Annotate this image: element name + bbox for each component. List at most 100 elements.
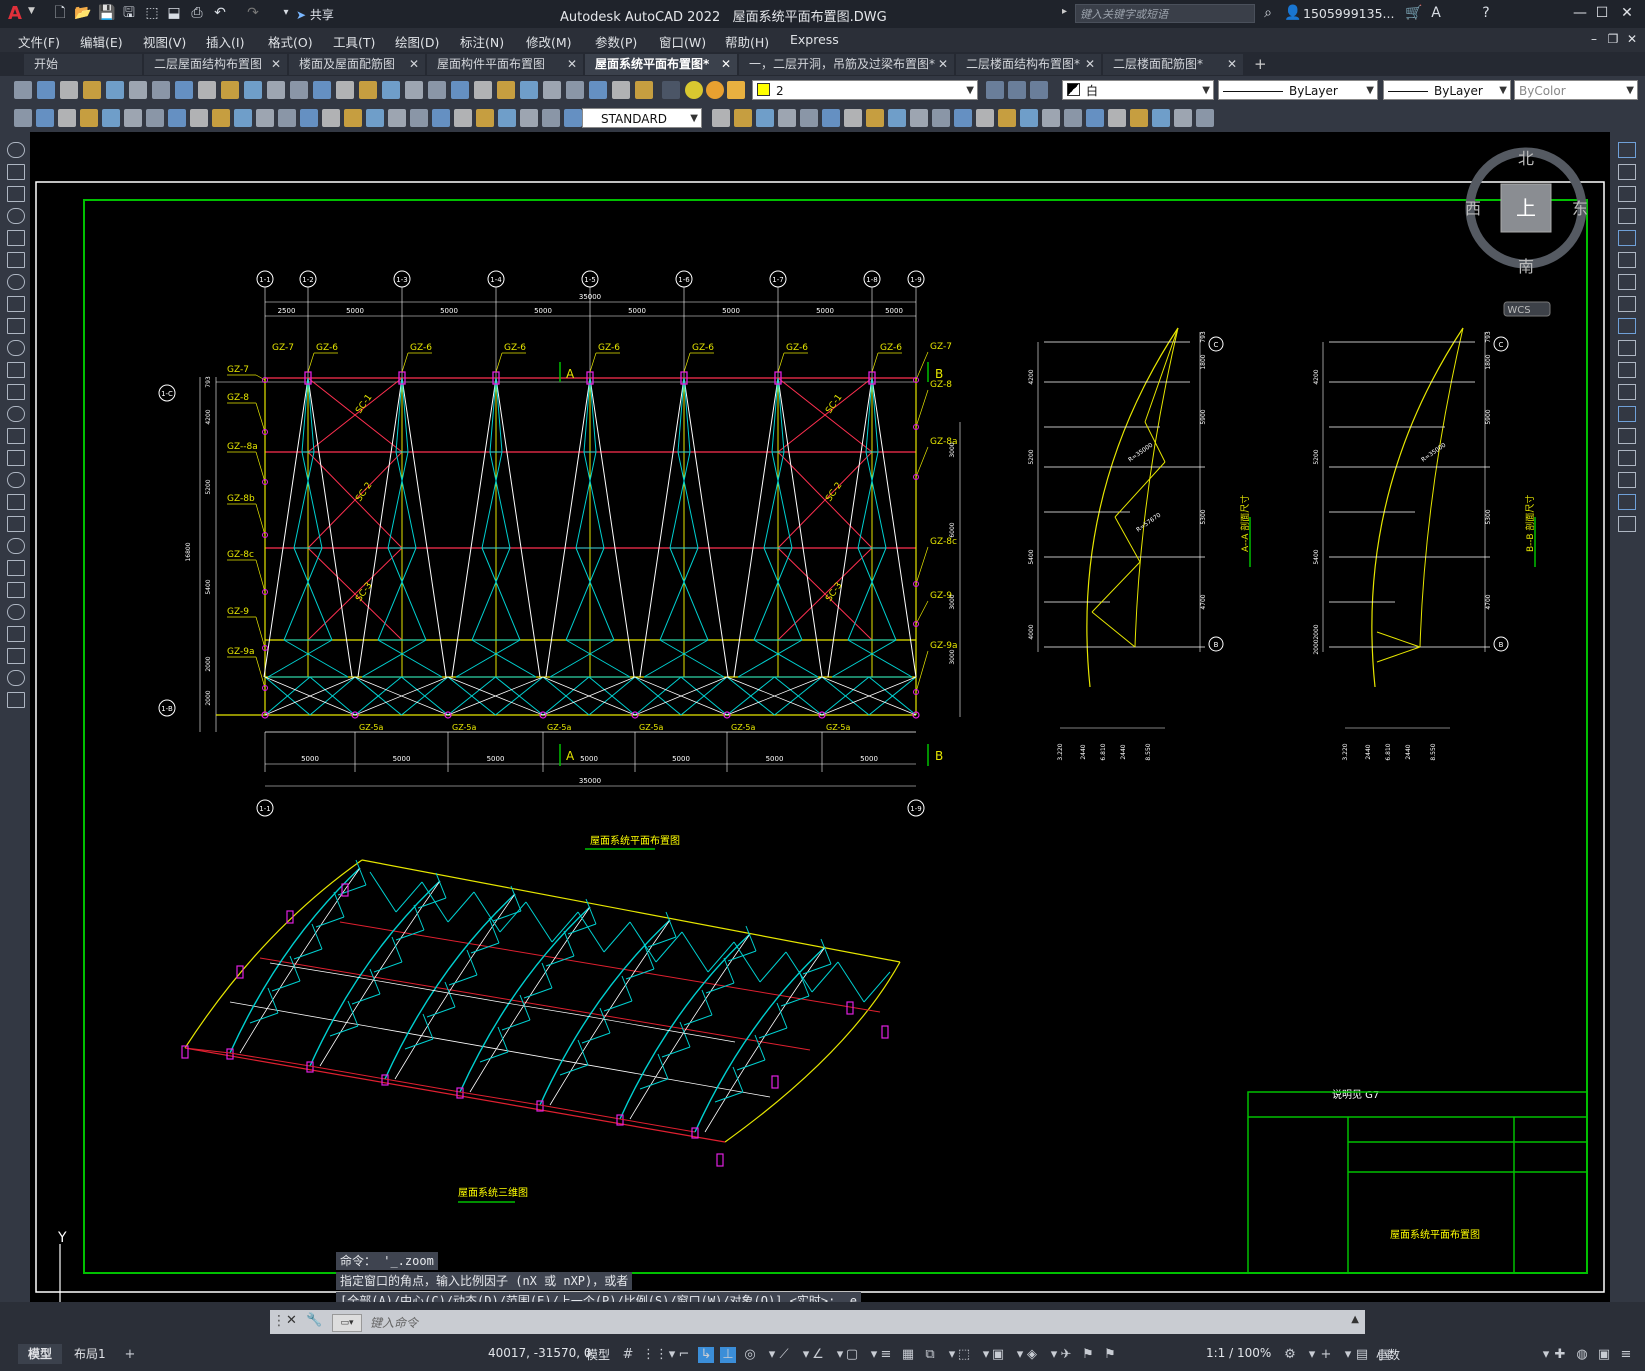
viewcube-west[interactable]: 西 (1465, 199, 1481, 218)
standard-tool-19-icon[interactable] (428, 81, 446, 99)
menu-edit[interactable]: 编辑(E) (80, 32, 123, 51)
model-space-button[interactable]: 模型 (586, 1346, 610, 1363)
standard-tool-13-icon[interactable] (290, 81, 308, 99)
dimension-tool-45-icon[interactable] (1108, 109, 1126, 127)
search-input[interactable]: 键入关键字或短语 (1075, 4, 1255, 23)
modify-tool-13-icon[interactable] (1618, 406, 1636, 422)
menu-modify[interactable]: 修改(M) (526, 32, 572, 51)
layer-previous-icon[interactable] (1008, 81, 1026, 99)
modify-tool-8-icon[interactable] (1618, 296, 1636, 312)
dimension-tool-40-icon[interactable] (998, 109, 1016, 127)
modify-tool-10-icon[interactable] (1618, 340, 1636, 356)
dimension-tool-20-icon[interactable] (432, 109, 450, 127)
dimension-tool-27-icon[interactable] (712, 109, 730, 127)
status-toggle-15-icon[interactable]: ≡ (878, 1347, 894, 1363)
status-right-1-icon[interactable]: ⚙ (1282, 1347, 1298, 1363)
text-style-dropdown[interactable]: STANDARD ▼ (582, 108, 702, 128)
menu-dimension[interactable]: 标注(N) (460, 32, 504, 51)
menu-format[interactable]: 格式(O) (268, 32, 313, 51)
status-right-8-icon[interactable]: ✚ (1552, 1347, 1568, 1363)
standard-tool-26-icon[interactable] (589, 81, 607, 99)
modify-tool-11-icon[interactable] (1618, 362, 1636, 378)
dimension-tool-7-icon[interactable] (146, 109, 164, 127)
lineweight-dropdown[interactable]: ByLayer ▼ (1383, 80, 1511, 100)
dimension-tool-37-icon[interactable] (932, 109, 950, 127)
status-toggle-13-icon[interactable]: ▢ (844, 1347, 860, 1363)
standard-tool-9-icon[interactable] (198, 81, 216, 99)
save-icon[interactable]: 💾 (98, 5, 115, 21)
dimension-tool-29-icon[interactable] (756, 109, 774, 127)
dimension-tool-19-icon[interactable] (410, 109, 428, 127)
modify-tool-3-icon[interactable] (1618, 186, 1636, 202)
close-tab-icon[interactable]: ✕ (721, 54, 731, 75)
draw-tool-1-icon[interactable] (7, 142, 25, 158)
standard-tool-10-icon[interactable] (221, 81, 239, 99)
dimension-tool-49-icon[interactable] (1196, 109, 1214, 127)
standard-tool-8-icon[interactable] (175, 81, 193, 99)
dimension-tool-33-icon[interactable] (844, 109, 862, 127)
dimension-tool-5-icon[interactable] (102, 109, 120, 127)
tab-file-7[interactable]: 二层楼面配筋图* ✕ (1103, 54, 1243, 75)
standard-tool-16-icon[interactable] (359, 81, 377, 99)
status-toggle-17-icon[interactable]: ⧉ (922, 1347, 938, 1363)
standard-tool-24-icon[interactable] (543, 81, 561, 99)
color-dropdown[interactable]: 白 ▼ (1062, 80, 1214, 100)
status-toggle-25-icon[interactable]: ✈ (1058, 1347, 1074, 1363)
modify-tool-2-icon[interactable] (1618, 164, 1636, 180)
tab-file-5[interactable]: 一，二层开洞，吊筋及过梁布置图* ✕ (739, 54, 954, 75)
dimension-tool-23-icon[interactable] (498, 109, 516, 127)
standard-tool-6-icon[interactable] (129, 81, 147, 99)
dimension-tool-44-icon[interactable] (1086, 109, 1104, 127)
dimension-tool-9-icon[interactable] (190, 109, 208, 127)
layer-on-icon[interactable] (685, 81, 703, 99)
tab-file-active[interactable]: 屋面系统平面布置图* ✕ (585, 54, 737, 75)
user-icon[interactable]: 👤 (1284, 5, 1301, 21)
save-web-icon[interactable]: ⬓ (166, 5, 182, 21)
dimension-tool-47-icon[interactable] (1152, 109, 1170, 127)
doc-minimize-button[interactable]: – (1584, 30, 1604, 48)
draw-tool-12-icon[interactable] (7, 384, 25, 400)
viewcube-east[interactable]: 东 (1572, 199, 1588, 218)
linetype-dropdown[interactable]: ByLayer ▼ (1218, 80, 1378, 100)
draw-tool-3-icon[interactable] (7, 186, 25, 202)
modify-tool-7-icon[interactable] (1618, 274, 1636, 290)
dimension-tool-24-icon[interactable] (520, 109, 538, 127)
dimension-tool-36-icon[interactable] (910, 109, 928, 127)
dimension-tool-42-icon[interactable] (1042, 109, 1060, 127)
menu-help[interactable]: 帮助(H) (725, 32, 769, 51)
draw-tool-20-icon[interactable] (7, 560, 25, 576)
doc-close-button[interactable]: ✕ (1622, 30, 1642, 48)
close-command-icon[interactable]: ✕ (286, 1313, 297, 1328)
close-button[interactable]: ✕ (1617, 4, 1637, 22)
tab-file-6[interactable]: 二层楼面结构布置图* ✕ (956, 54, 1101, 75)
search-expand-icon[interactable]: ▸ (1062, 6, 1067, 17)
draw-tool-6-icon[interactable] (7, 252, 25, 268)
status-right-10-icon[interactable]: ▣ (1596, 1347, 1612, 1363)
standard-tool-21-icon[interactable] (474, 81, 492, 99)
draw-tool-24-icon[interactable] (7, 648, 25, 664)
help-icon[interactable]: ? (1478, 5, 1494, 21)
dimension-tool-41-icon[interactable] (1020, 109, 1038, 127)
modify-tool-6-icon[interactable] (1618, 252, 1636, 268)
undo-icon[interactable]: ↶ (212, 5, 228, 21)
draw-tool-4-icon[interactable] (7, 208, 25, 224)
grip-icon[interactable]: ⋮ (272, 1313, 286, 1329)
layer-lock-icon[interactable] (727, 81, 745, 99)
standard-tool-25-icon[interactable] (566, 81, 584, 99)
dimension-tool-15-icon[interactable] (322, 109, 340, 127)
dimension-tool-1-icon[interactable] (14, 109, 32, 127)
cart-icon[interactable]: 🛒 (1405, 5, 1422, 21)
status-toggle-23-icon[interactable]: ◈ (1024, 1347, 1040, 1363)
plot-icon[interactable]: ⎙ (189, 5, 205, 21)
tab-layout1[interactable]: 布局1 (64, 1344, 116, 1364)
modify-tool-1-icon[interactable] (1618, 142, 1636, 158)
dimension-tool-17-icon[interactable] (366, 109, 384, 127)
dimension-tool-18-icon[interactable] (388, 109, 406, 127)
dimension-tool-25-icon[interactable] (542, 109, 560, 127)
draw-tool-26-icon[interactable] (7, 692, 25, 708)
dimension-tool-6-icon[interactable] (124, 109, 142, 127)
menu-view[interactable]: 视图(V) (143, 32, 186, 51)
standard-tool-22-icon[interactable] (497, 81, 515, 99)
standard-tool-14-icon[interactable] (313, 81, 331, 99)
draw-tool-11-icon[interactable] (7, 362, 25, 378)
